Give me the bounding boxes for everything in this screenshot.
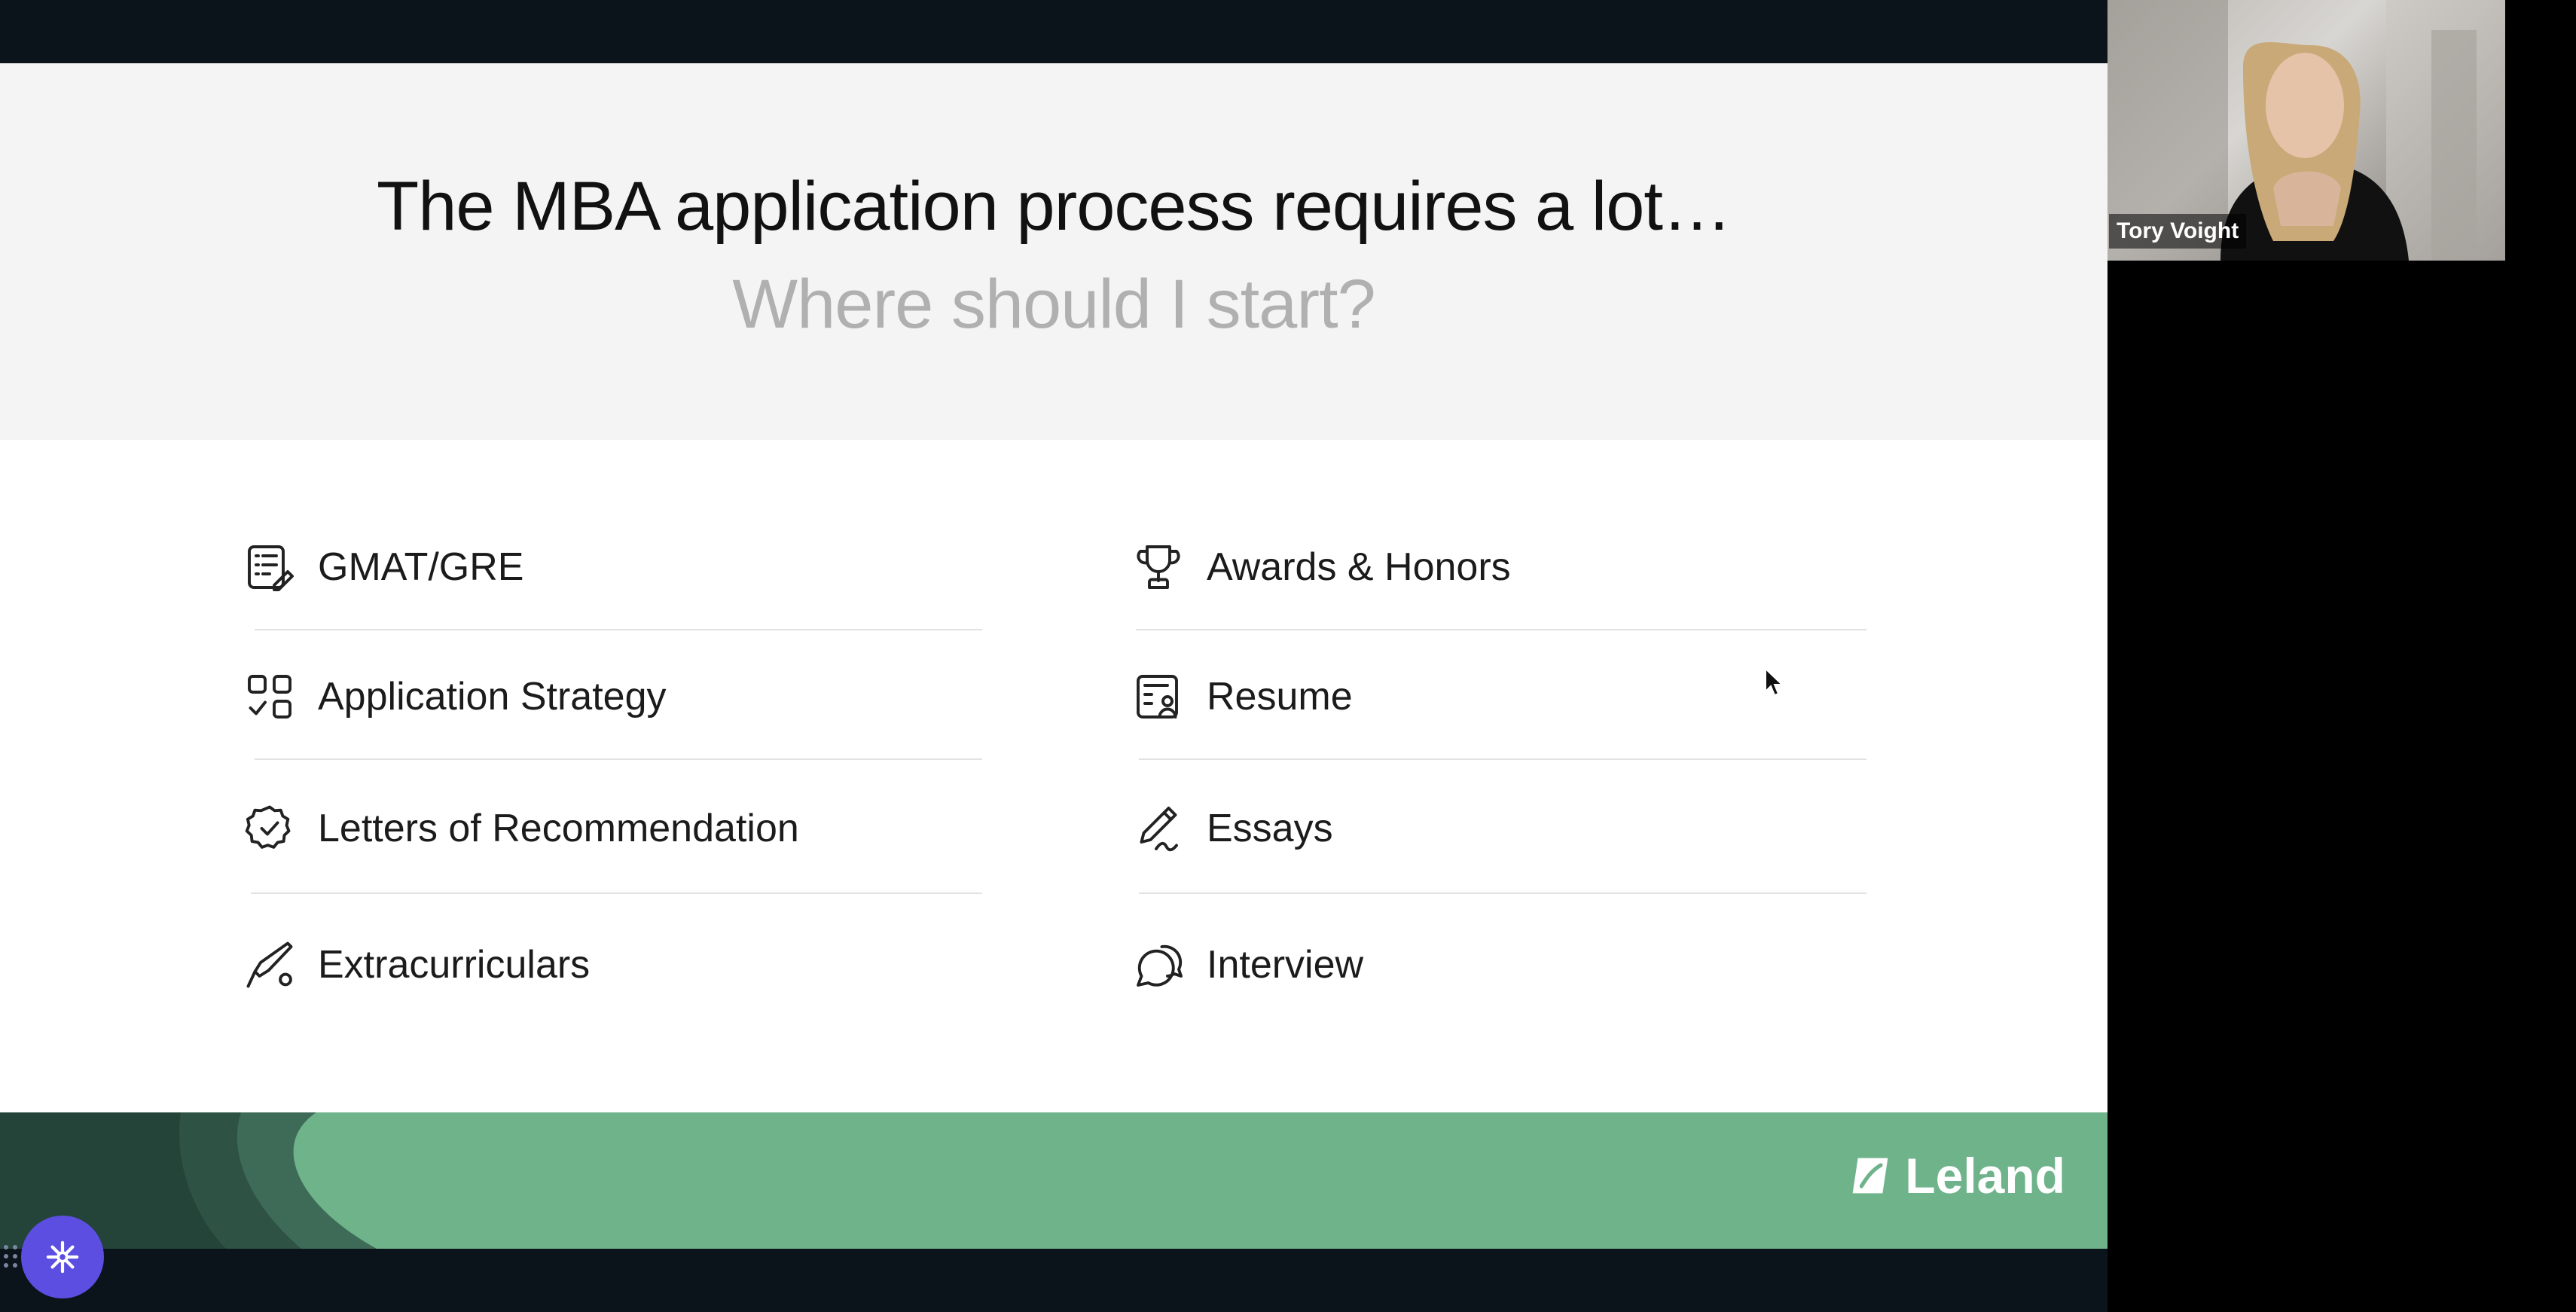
list-item-application-strategy: Application Strategy: [240, 659, 667, 734]
list-item-label: Interview: [1207, 943, 1364, 987]
list-item-letters-of-recommendation: Letters of Recommendation: [240, 791, 799, 866]
resume-icon: [1128, 667, 1189, 727]
drag-handle-icon[interactable]: [2, 1243, 20, 1270]
mouse-cursor-icon: [1765, 667, 1784, 697]
list-item-label: Letters of Recommendation: [318, 807, 799, 850]
trophy-icon: [1128, 537, 1189, 597]
leland-logo-icon: [1852, 1158, 1888, 1194]
participant-panel: Tory Voight: [2107, 0, 2576, 1312]
divider: [1139, 758, 1866, 760]
participant-video-tile[interactable]: Tory Voight: [2107, 0, 2505, 261]
slide-subtitle: Where should I start?: [732, 266, 1375, 343]
verified-badge-icon: [240, 798, 300, 859]
list-item-label: Resume: [1207, 675, 1353, 719]
list-item-resume: Resume: [1128, 659, 1353, 734]
brand-logo: Leland: [1849, 1147, 2065, 1204]
slide-footer: Leland: [0, 1112, 2107, 1249]
brand-name: Leland: [1905, 1148, 2065, 1204]
list-item-extracurriculars: Extracurriculars: [240, 927, 590, 1002]
divider: [1136, 629, 1866, 630]
pen-icon: [1128, 798, 1189, 859]
list-item-label: Extracurriculars: [318, 943, 591, 987]
test-sheet-icon: [240, 537, 300, 597]
list-item-interview: Interview: [1128, 927, 1363, 1002]
list-item-gmat-gre: GMAT/GRE: [240, 529, 523, 605]
slide-header: The MBA application process requires a l…: [0, 63, 2107, 440]
divider: [255, 629, 982, 630]
floating-widget-button[interactable]: [21, 1216, 104, 1298]
divider: [1139, 892, 1866, 894]
list-item-label: Essays: [1207, 807, 1333, 850]
divider: [251, 892, 982, 894]
participant-name-tag: Tory Voight: [2109, 214, 2247, 249]
divider: [255, 758, 982, 760]
list-item-label: Awards & Honors: [1207, 545, 1511, 589]
slide-title: The MBA application process requires a l…: [377, 168, 1732, 245]
list-item-essays: Essays: [1128, 791, 1333, 866]
presentation-slide: The MBA application process requires a l…: [0, 63, 2107, 1249]
list-item-label: GMAT/GRE: [318, 545, 524, 589]
bat-ball-icon: [240, 935, 300, 995]
snowflake-icon: [46, 1240, 79, 1274]
strategy-grid-icon: [240, 667, 300, 727]
chat-bubbles-icon: [1128, 935, 1189, 995]
list-item-awards-honors: Awards & Honors: [1128, 529, 1511, 605]
list-item-label: Application Strategy: [318, 675, 667, 719]
